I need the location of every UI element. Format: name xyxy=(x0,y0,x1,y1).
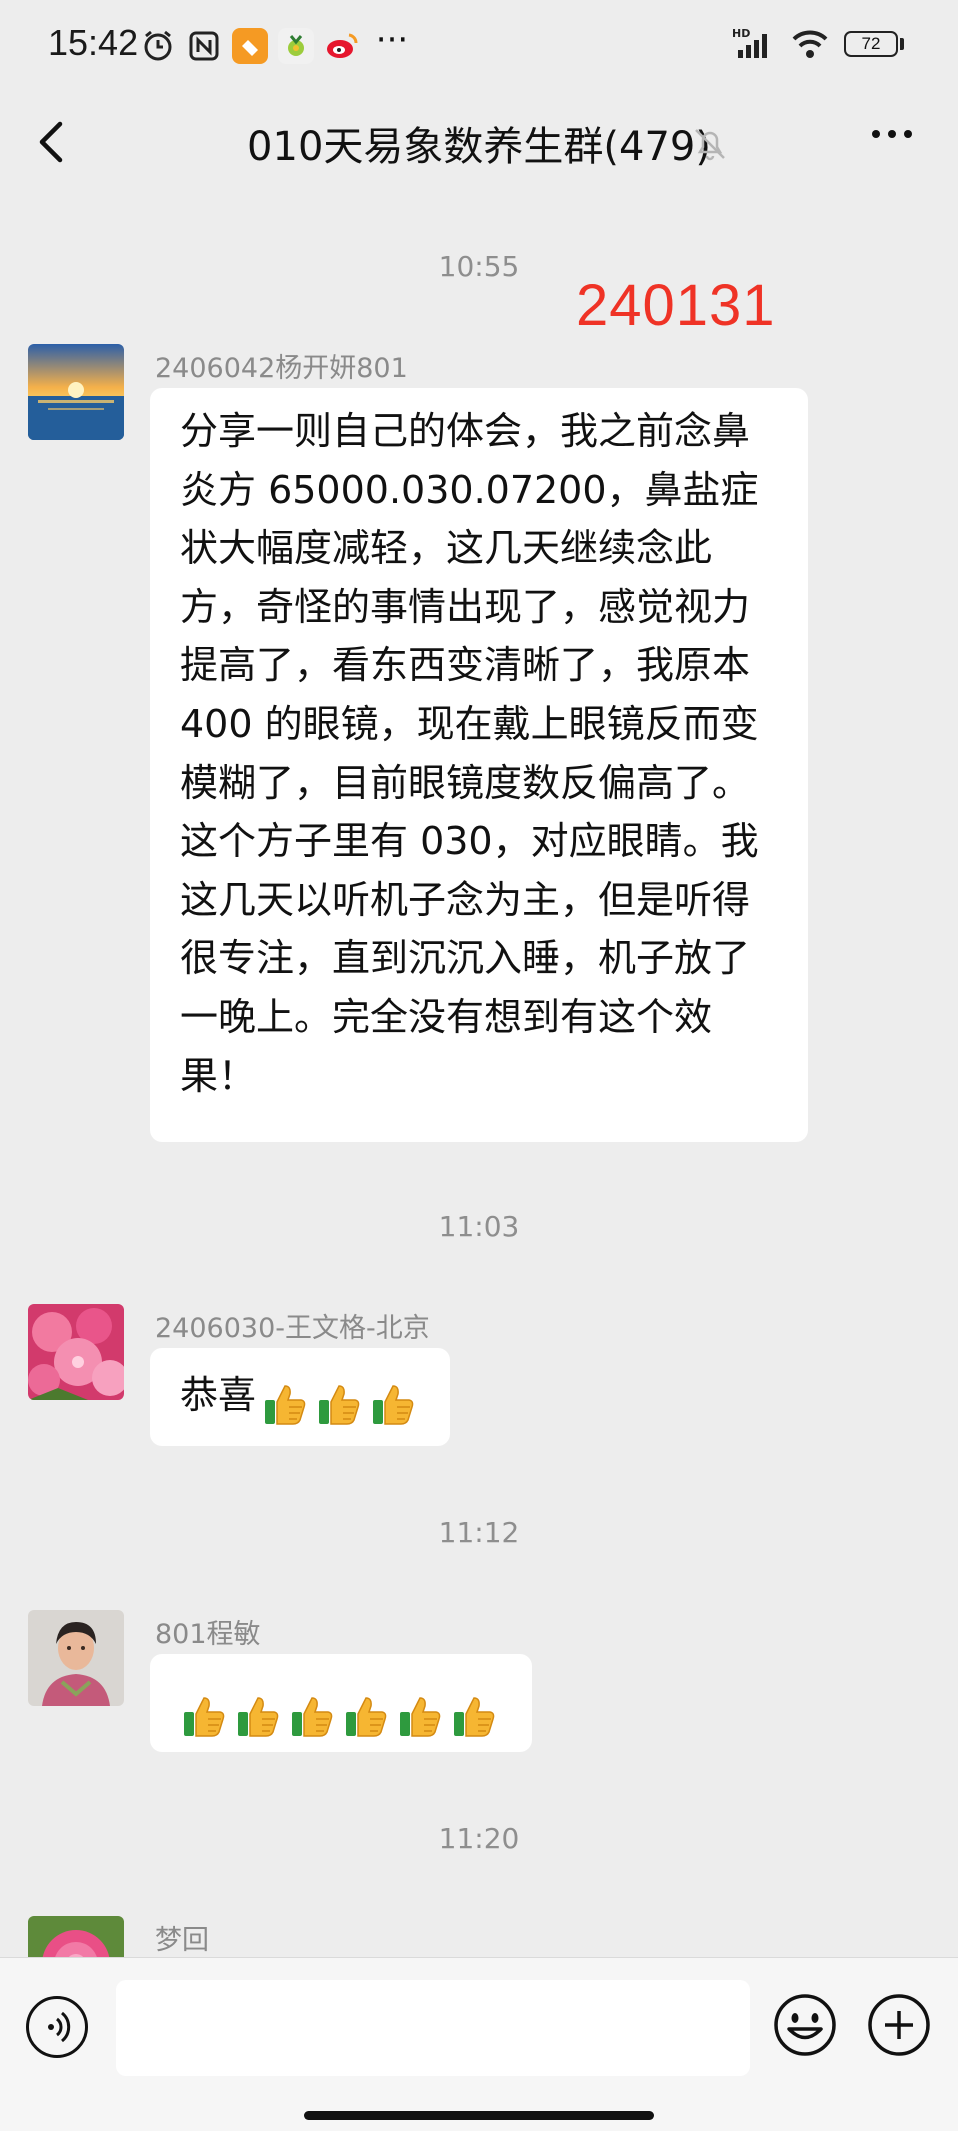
battery-tip xyxy=(900,38,904,50)
sender-name: 2406030-王文格-北京 xyxy=(155,1313,430,1344)
message-bubble[interactable]: 分享一则自己的体会，我之前念鼻 炎方 65000.030.07200，鼻盐症 状… xyxy=(150,388,808,1142)
chat-title[interactable]: 010天易象数养生群(479) xyxy=(247,114,711,172)
thumbs-up-icon xyxy=(346,1696,387,1737)
thumbs-up-icon xyxy=(400,1696,441,1737)
thumbs-up-icon xyxy=(319,1384,360,1425)
thumbs-up-group xyxy=(261,1384,423,1425)
nfc-icon xyxy=(186,28,222,64)
voice-button[interactable] xyxy=(26,1996,88,2058)
alarm-icon xyxy=(140,28,176,64)
input-bar xyxy=(0,1957,958,2131)
avatar[interactable] xyxy=(28,1916,124,1957)
more-notifications-icon: ··· xyxy=(375,20,409,60)
app-notification-icon xyxy=(278,28,314,64)
sender-name: 梦回 xyxy=(155,1925,209,1956)
thumbs-up-icon xyxy=(238,1696,279,1737)
mute-bell-icon xyxy=(690,124,730,164)
more-icon[interactable] xyxy=(862,114,922,164)
thumbs-up-icon xyxy=(454,1696,495,1737)
plus-icon xyxy=(868,1994,930,2056)
thumbs-up-icon xyxy=(292,1696,333,1737)
timestamp: 11:03 xyxy=(438,1210,520,1243)
message-input[interactable] xyxy=(116,1980,750,2076)
thumbs-up-icon xyxy=(265,1384,306,1425)
thumbs-up-icon xyxy=(184,1696,225,1737)
sender-name: 2406042杨开妍801 xyxy=(155,353,408,384)
status-bar: 15:42 ··· HD 72 xyxy=(0,0,958,92)
app-notification-icon xyxy=(232,28,268,64)
emoji-icon xyxy=(774,1994,836,2056)
wifi-icon xyxy=(790,26,830,62)
battery-indicator: 72 xyxy=(844,31,898,57)
message-text: 恭喜 xyxy=(180,1373,257,1417)
status-time: 15:42 xyxy=(48,22,139,63)
chat-header: 010天易象数养生群(479) xyxy=(0,92,958,192)
thumbs-up-icon xyxy=(373,1384,414,1425)
timestamp: 10:55 xyxy=(438,250,520,283)
avatar[interactable] xyxy=(28,1304,124,1400)
message-list[interactable]: 10:55 240131 2406042杨开妍801 分享一则自己的体会，我之前… xyxy=(0,192,958,1957)
message-bubble[interactable]: 恭喜 xyxy=(150,1348,450,1446)
timestamp: 11:12 xyxy=(438,1516,520,1549)
sender-name: 801程敏 xyxy=(155,1619,261,1650)
date-stamp: 240131 xyxy=(576,273,776,338)
home-indicator[interactable] xyxy=(304,2111,654,2120)
weibo-icon xyxy=(324,28,360,64)
signal-icon: HD xyxy=(732,26,780,62)
timestamp: 11:20 xyxy=(438,1822,520,1855)
voice-icon xyxy=(48,2011,71,2043)
svg-text:HD: HD xyxy=(732,27,750,40)
thumbs-up-group xyxy=(180,1696,504,1737)
avatar[interactable] xyxy=(28,1610,124,1706)
chat-title-wrapper: 010天易象数养生群(479) xyxy=(0,114,958,172)
message-bubble[interactable] xyxy=(150,1654,532,1752)
avatar[interactable] xyxy=(28,344,124,440)
emoji-button[interactable] xyxy=(772,1992,838,2058)
plus-button[interactable] xyxy=(866,1992,932,2058)
message-text: 分享一则自己的体会，我之前念鼻 炎方 65000.030.07200，鼻盐症 状… xyxy=(180,409,759,1098)
